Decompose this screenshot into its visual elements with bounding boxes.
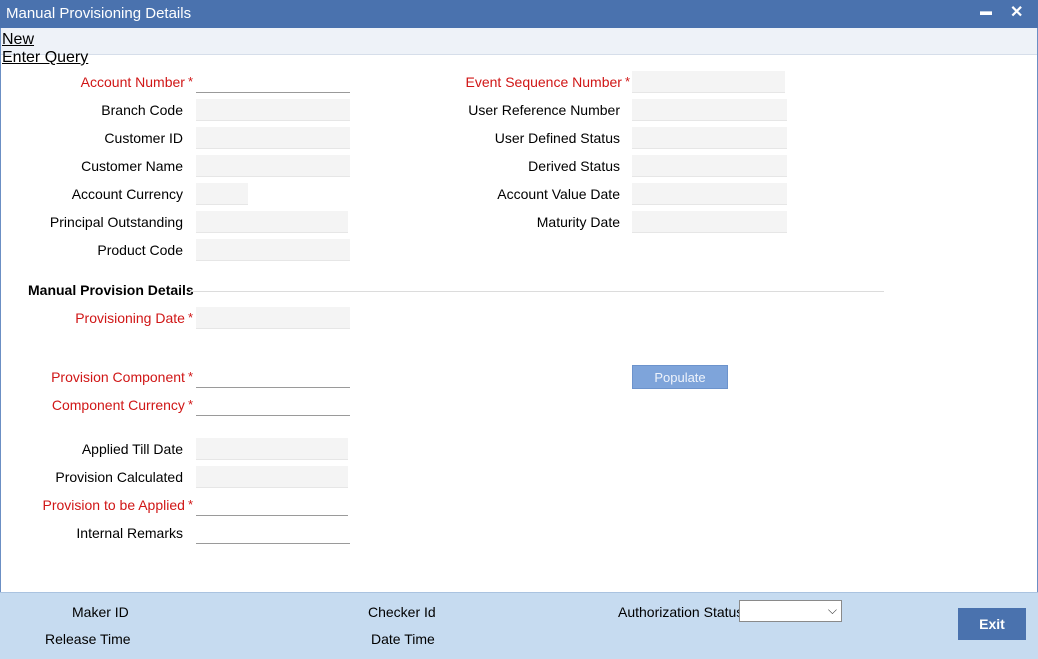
provisioning-date-field[interactable] [196,307,350,329]
component-currency-label: Component Currency * [51,397,193,413]
event-sequence-number-label: Event Sequence Number * [465,74,631,90]
provision-calculated-field[interactable] [196,466,348,488]
user-reference-number-field[interactable] [632,99,787,121]
user-defined-status-label: User Defined Status [494,130,620,146]
date-time-label: Date Time [371,631,435,647]
branch-code-label: Branch Code [101,102,183,118]
maturity-date-label: Maturity Date [536,214,620,230]
window-title: Manual Provisioning Details [6,5,192,22]
provision-component-field[interactable] [196,366,350,388]
customer-name-label: Customer Name [81,158,183,174]
maker-id-label: Maker ID [72,604,129,620]
principal-outstanding-label: Principal Outstanding [49,214,183,230]
user-defined-status-field[interactable] [632,127,787,149]
event-sequence-number-field[interactable] [632,71,785,93]
customer-id-field[interactable] [196,127,350,149]
section-divider [190,291,884,292]
account-number-field[interactable] [196,71,350,93]
derived-status-label: Derived Status [528,158,620,174]
branch-code-field[interactable] [196,99,350,121]
exit-button[interactable]: Exit [958,608,1026,640]
audit-footer [0,592,1038,659]
frame-border-left [0,28,1,658]
close-icon[interactable]: ✕ [1010,2,1023,22]
account-currency-label: Account Currency [71,186,183,202]
release-time-label: Release Time [45,631,131,647]
manual-provision-details-heading: Manual Provision Details [28,282,194,298]
checker-id-label: Checker Id [368,604,436,620]
populate-button[interactable]: Populate [632,365,728,389]
account-number-label: Account Number * [80,74,193,90]
provision-calculated-label: Provision Calculated [55,469,183,485]
enter-query-link[interactable]: Enter Query [2,49,88,67]
toolbar: New [0,28,1038,55]
internal-remarks-label: Internal Remarks [76,525,183,541]
chevron-down-icon: ⌵ [827,603,837,617]
principal-outstanding-field[interactable] [196,211,348,233]
derived-status-field[interactable] [632,155,787,177]
account-currency-field[interactable] [196,183,248,205]
provision-to-be-applied-field[interactable] [196,494,348,516]
window-title-bar: Manual Provisioning Details ▬ ✕ [0,0,1038,28]
customer-name-field[interactable] [196,155,350,177]
product-code-field[interactable] [196,239,350,261]
maturity-date-field[interactable] [632,211,787,233]
provision-component-label: Provision Component * [51,369,193,385]
internal-remarks-field[interactable] [196,522,350,544]
new-link[interactable]: New [2,31,34,49]
applied-till-date-label: Applied Till Date [81,441,183,457]
user-reference-number-label: User Reference Number [468,102,620,118]
authorization-status-label: Authorization Status [618,604,744,620]
provisioning-date-label: Provisioning Date * [75,310,193,326]
account-value-date-label: Account Value Date [497,186,620,202]
account-value-date-field[interactable] [632,183,787,205]
customer-id-label: Customer ID [104,130,183,146]
component-currency-field[interactable] [196,394,350,416]
minimize-icon[interactable]: ▬ [980,4,992,18]
authorization-status-select[interactable]: ⌵ [739,600,842,622]
product-code-label: Product Code [97,242,183,258]
provision-to-be-applied-label: Provision to be Applied * [42,497,194,513]
applied-till-date-field[interactable] [196,438,348,460]
